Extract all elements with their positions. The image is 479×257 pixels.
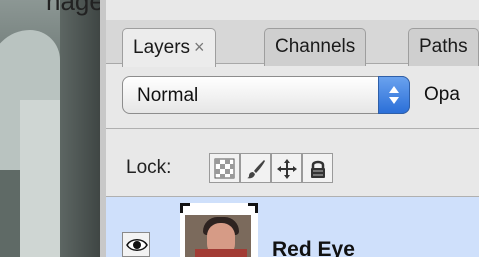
background-caption: nage is Uiu Jeci ue 'sp ay: [46, 0, 100, 16]
close-icon[interactable]: ×: [194, 37, 205, 57]
tab-layers-label: Layers: [133, 37, 191, 58]
document-canvas: nage is Uiu Jeci ue 'sp ay: [0, 0, 100, 257]
brush-lock-icon: [247, 160, 265, 179]
tab-channels[interactable]: Channels: [264, 28, 367, 66]
tab-paths-label: Paths: [419, 36, 468, 57]
tab-paths[interactable]: Paths: [408, 28, 479, 66]
blend-mode-value: Normal: [137, 85, 199, 106]
panel-tab-bar: Layers × Channels Paths: [106, 20, 479, 67]
blend-mode-select[interactable]: Normal: [122, 76, 410, 114]
tab-channels-label: Channels: [275, 36, 356, 57]
move-lock-icon: [277, 159, 297, 179]
layer-thumbnail-image: [185, 215, 251, 257]
divider: [106, 128, 479, 129]
eye-icon: [126, 239, 148, 251]
transparency-lock-icon: [214, 158, 235, 179]
lock-image-pixels-button[interactable]: [240, 153, 271, 183]
layer-thumbnail[interactable]: [180, 203, 258, 257]
lock-transparent-pixels-button[interactable]: [209, 153, 240, 183]
lock-all-button[interactable]: [302, 153, 333, 183]
layer-visibility-toggle[interactable]: [122, 232, 150, 257]
layers-panel: Layers× Channels Paths Normal Opa Lock:: [100, 0, 479, 257]
up-down-arrows-icon: [389, 86, 399, 104]
opacity-label: Opa: [424, 84, 460, 105]
layer-row[interactable]: Red Eye: [106, 197, 479, 257]
tab-layers[interactable]: Layers ×: [122, 28, 216, 67]
blend-mode-stepper[interactable]: [378, 76, 410, 114]
padlock-icon: [311, 160, 325, 178]
layer-name[interactable]: Red Eye: [272, 238, 355, 257]
lock-label: Lock:: [126, 157, 172, 178]
lock-position-button[interactable]: [271, 153, 302, 183]
